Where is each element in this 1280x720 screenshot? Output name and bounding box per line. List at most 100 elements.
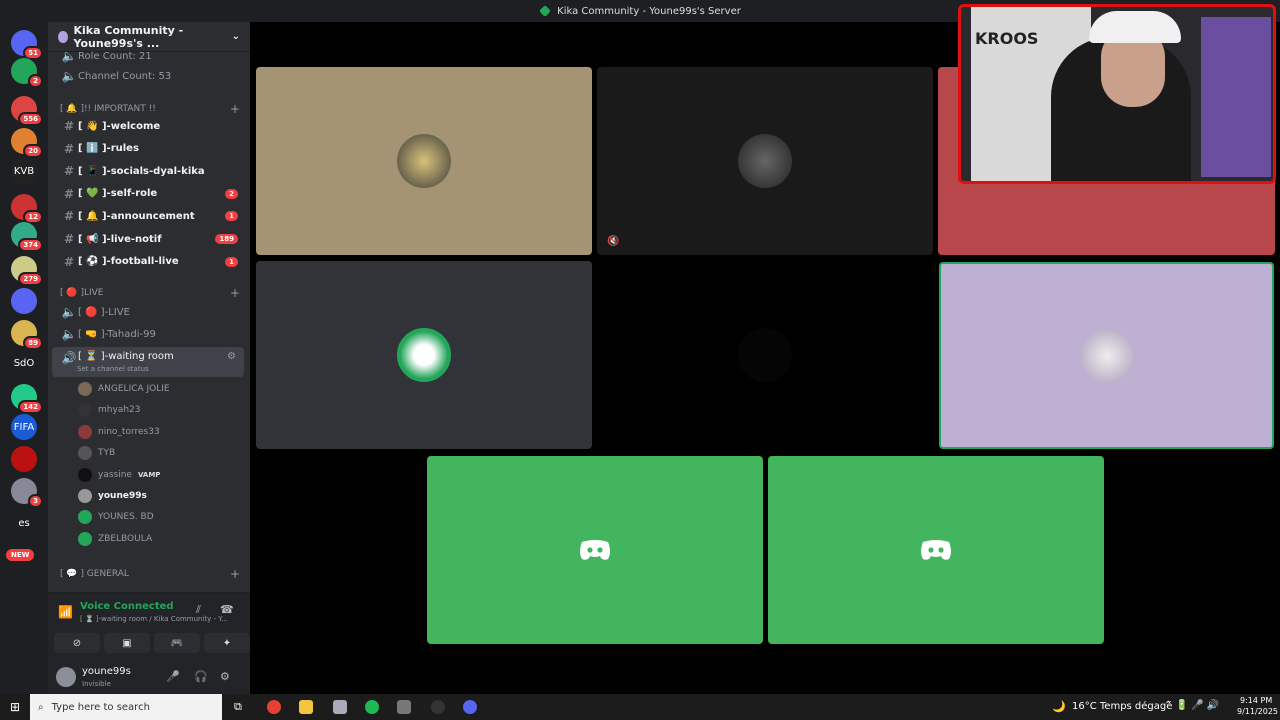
voice-member[interactable]: YOUNES. BD <box>78 507 248 527</box>
microphone-icon[interactable]: 🎤 <box>166 670 180 683</box>
server-icon[interactable]: 142 <box>11 384 43 414</box>
text-channel[interactable]: #[ ⚽ ]-football-live 1 <box>52 252 244 272</box>
member-name: mhyah23 <box>98 405 141 416</box>
participant-tile[interactable] <box>597 261 933 449</box>
text-channel[interactable]: #[ 💚 ]-self-role 2 <box>52 184 244 204</box>
voice-member[interactable]: yassine VAMP <box>78 465 248 485</box>
clock-time[interactable]: 9:14 PM <box>1240 696 1272 705</box>
text-channel[interactable]: #[ ℹ️ ]-rules <box>52 139 244 159</box>
add-channel-icon[interactable]: + <box>230 567 240 581</box>
discord-logo-icon <box>580 540 610 560</box>
participant-tile[interactable] <box>256 67 592 255</box>
camera-button[interactable]: ⊘ <box>54 633 100 653</box>
voice-member[interactable]: ZBELBOULA <box>78 529 248 549</box>
soundboard-button[interactable]: ✦ <box>204 633 250 653</box>
voice-member[interactable]: TYB <box>78 443 248 463</box>
speaker-icon: 🔈 <box>61 327 77 341</box>
voice-member[interactable]: youne99s <box>78 486 248 506</box>
avatar[interactable] <box>56 667 76 687</box>
role-count-channel[interactable]: 🔈 Role Count: 21 <box>52 46 244 66</box>
server-icon-label: KVB <box>13 165 35 177</box>
voice-member[interactable]: ANGELICA JOLIE <box>78 379 248 399</box>
set-channel-status[interactable]: Set a channel status <box>77 365 149 373</box>
user-status: Invisible <box>82 680 111 688</box>
server-icon[interactable]: 20 <box>11 128 43 158</box>
noise-suppression-icon[interactable]: ⫽ <box>196 603 201 617</box>
category-general[interactable]: [ 💬 ] GENERAL + <box>60 567 240 581</box>
server-icon[interactable]: es <box>11 510 37 536</box>
voice-channel-label: [ 🔴 ]-LIVE <box>78 306 130 318</box>
participant-tile[interactable]: 🔇 <box>597 67 933 255</box>
settings-icon[interactable] <box>397 700 411 714</box>
server-icon[interactable]: SdO <box>11 350 37 376</box>
server-icon[interactable]: 556 <box>11 96 43 126</box>
mention-badge: 20 <box>23 144 43 158</box>
app-icon[interactable] <box>333 700 347 714</box>
voice-member[interactable]: nino_torres33 <box>78 422 248 442</box>
add-channel-icon[interactable]: + <box>230 102 240 116</box>
soundboard-icon: ✦ <box>222 637 232 649</box>
unread-badge: 1 <box>225 256 238 267</box>
weather-text[interactable]: 16°C Temps dégagé <box>1072 701 1172 712</box>
tray-icons[interactable]: ⌃ 🔋 🎤 🔊 <box>1164 700 1219 711</box>
role-count-label: Role Count: 21 <box>78 50 152 62</box>
server-icon[interactable]: KVB <box>11 158 37 184</box>
discord-icon[interactable] <box>463 700 477 714</box>
activity-button[interactable]: 🎮 <box>154 633 200 653</box>
server-icon[interactable] <box>11 446 37 472</box>
server-icon[interactable]: 374 <box>11 222 43 252</box>
unread-badge: 2 <box>225 188 238 199</box>
spotify-icon[interactable] <box>365 700 379 714</box>
streamer-cap <box>1089 11 1181 43</box>
mention-badge: 374 <box>18 238 43 252</box>
add-channel-icon[interactable]: + <box>230 286 240 300</box>
muted-icon: 🔇 <box>607 236 620 247</box>
participant-tile[interactable] <box>939 262 1274 449</box>
server-icon-label: FIFA <box>13 421 35 433</box>
server-icon[interactable]: 89 <box>11 320 43 350</box>
taskbar-search[interactable]: ⌕ Type here to search <box>30 694 222 720</box>
voice-channel-live[interactable]: 🔈 [ 🔴 ]-LIVE <box>52 302 244 322</box>
server-icon[interactable]: 51 <box>11 30 43 60</box>
category-important[interactable]: [ 🔔 ]!! IMPORTANT !! + <box>60 102 240 116</box>
text-channel[interactable]: #[ 📱 ]-socials-dyal-kika <box>52 161 244 181</box>
windows-start-icon[interactable]: ⊞ <box>10 700 20 714</box>
category-live[interactable]: [ 🔴 ]LIVE + <box>60 286 240 300</box>
participant-tile[interactable] <box>427 456 763 644</box>
member-name: TYB <box>98 448 116 459</box>
clock-date[interactable]: 9/11/2025 <box>1237 707 1278 716</box>
server-icon[interactable]: 279 <box>11 256 43 286</box>
avatar <box>78 531 92 546</box>
voice-channel-label: [ ⏳ ]-waiting room <box>78 351 174 362</box>
avatar <box>78 382 92 396</box>
server-rail: 51 2 556 20 KVB 12 374 279 89 SdO 142 FIFA 3 es NEW <box>0 22 48 694</box>
windows-taskbar: ⊞ ⌕ Type here to search ⧉ 🌙 16°C Temps d… <box>0 694 1280 720</box>
server-icon[interactable]: 12 <box>11 194 43 224</box>
server-icon[interactable] <box>11 288 37 314</box>
participant-tile[interactable] <box>256 261 592 449</box>
participant-tile[interactable] <box>768 456 1104 644</box>
text-channel[interactable]: #[ 🔔 ]-announcement 1 <box>52 206 244 226</box>
chrome-icon[interactable] <box>267 700 281 714</box>
text-channel[interactable]: #[ 📢 ]-live-notif 189 <box>52 229 244 249</box>
channel-label: [ 🔔 ]-announcement <box>78 210 195 222</box>
text-channel[interactable]: #[ 👋 ]-welcome <box>52 116 244 136</box>
obs-icon[interactable] <box>431 700 445 714</box>
file-explorer-icon[interactable] <box>299 700 313 714</box>
task-view-icon[interactable]: ⧉ <box>234 700 242 714</box>
server-icon[interactable]: 2 <box>11 58 43 88</box>
disconnect-icon[interactable]: ☎ <box>220 603 234 616</box>
member-tag: VAMP <box>137 470 161 479</box>
voice-member[interactable]: mhyah23 <box>78 400 248 420</box>
kika-logo-icon <box>539 5 552 17</box>
voice-connected-sub[interactable]: [ ⏳ ]-waiting room / Kika Community - Y.… <box>80 615 228 623</box>
server-icon[interactable]: FIFA <box>11 414 37 440</box>
voice-connected-title[interactable]: Voice Connected <box>80 601 174 612</box>
channel-count-channel[interactable]: 🔈 Channel Count: 53 <box>52 66 244 86</box>
voice-channel-tahadi[interactable]: 🔈 [ 🤜 ]-Tahadi-99 <box>52 324 244 344</box>
gear-icon[interactable]: ⚙ <box>227 351 236 362</box>
headphones-icon[interactable]: 🎧 <box>194 670 208 683</box>
screen-share-button[interactable]: ▣ <box>104 633 150 653</box>
gear-icon[interactable]: ⚙ <box>220 670 230 683</box>
server-icon[interactable]: 3 <box>11 478 43 508</box>
